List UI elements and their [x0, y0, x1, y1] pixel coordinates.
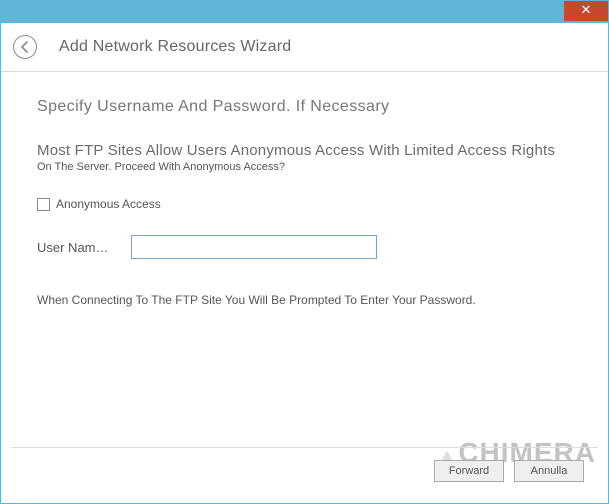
arrow-left-icon [18, 40, 32, 54]
header: Add Network Resources Wizard [1, 23, 608, 72]
anonymous-access-checkbox[interactable] [37, 198, 50, 211]
username-input[interactable] [131, 235, 377, 259]
wizard-title: Add Network Resources Wizard [59, 38, 291, 56]
page-subtitle: Most FTP Sites Allow Users Anonymous Acc… [37, 142, 572, 159]
cancel-button[interactable]: Annulla [514, 460, 584, 482]
password-note: When Connecting To The FTP Site You Will… [37, 293, 572, 307]
forward-button[interactable]: Forward [434, 460, 504, 482]
footer: Forward Annulla [11, 447, 598, 493]
content-area: Specify Username And Password. If Necess… [1, 72, 608, 307]
anonymous-access-row: Anonymous Access [37, 197, 572, 211]
page-heading: Specify Username And Password. If Necess… [37, 98, 572, 116]
titlebar: ✕ [1, 1, 608, 23]
username-label: User Nam… [37, 240, 109, 255]
wizard-window: ✕ Add Network Resources Wizard Specify U… [0, 0, 609, 504]
anonymous-access-label: Anonymous Access [56, 197, 161, 211]
close-icon: ✕ [581, 2, 592, 17]
close-button[interactable]: ✕ [564, 1, 608, 21]
back-button[interactable] [13, 35, 37, 59]
page-subdesc: On The Server. Proceed With Anonymous Ac… [37, 161, 572, 173]
username-row: User Nam… [37, 235, 572, 259]
